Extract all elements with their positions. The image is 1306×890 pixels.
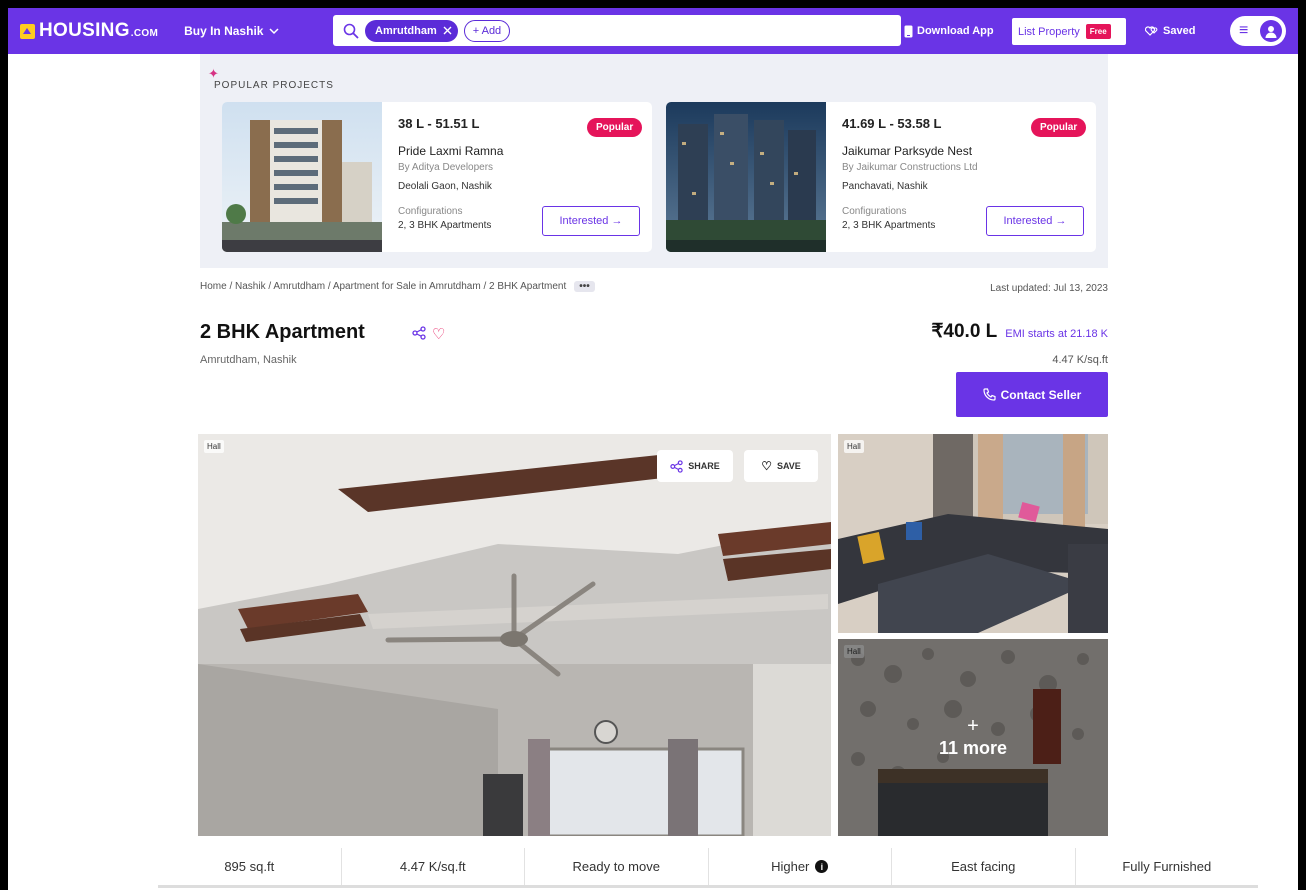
stat-area: 895 sq.ft xyxy=(158,848,342,885)
stat-price-per-sqft: 4.47 K/sq.ft xyxy=(342,848,525,885)
project-card-1[interactable]: 38 L - 51.51 L Popular Pride Laxmi Ramna… xyxy=(222,102,652,252)
popular-badge: Popular xyxy=(587,118,643,137)
breadcrumb: Home / Nashik / Amrutdham / Apartment fo… xyxy=(200,281,595,292)
search-chip-locality[interactable]: Amrutdham xyxy=(365,19,458,42)
breadcrumb-path[interactable]: Home / Nashik / Amrutdham / Apartment fo… xyxy=(200,281,566,292)
stat-furnishing: Fully Furnished xyxy=(1076,848,1259,885)
stat-facing: East facing xyxy=(892,848,1076,885)
plus-icon: + xyxy=(967,715,979,737)
share-label: SHARE xyxy=(688,461,720,471)
chevron-down-icon xyxy=(269,27,279,34)
save-label: SAVE xyxy=(776,461,801,471)
project-developer: By Aditya Developers xyxy=(398,162,494,173)
logo-suffix: .COM xyxy=(130,28,159,39)
project-config-label: Configurations xyxy=(398,206,463,217)
stat-possession: Ready to move xyxy=(525,848,709,885)
project-config: 2, 3 BHK Apartments xyxy=(842,220,936,231)
search-bar[interactable]: Amrutdham + Add xyxy=(333,15,901,46)
stat-floor: Higher i xyxy=(709,848,892,885)
project-location: Panchavati, Nashik xyxy=(842,181,928,192)
emi-link[interactable]: EMI starts at 21.18 K xyxy=(1005,328,1108,340)
side-photo-1[interactable]: Hall xyxy=(838,434,1108,633)
saved-label: Saved xyxy=(1163,25,1196,37)
top-navbar: HOUSING .COM Buy In Nashik Amrutdham + A… xyxy=(8,8,1298,54)
hamburger-icon: ≡ xyxy=(1239,22,1249,39)
logo-text: HOUSING xyxy=(39,20,130,41)
stat-value: 895 sq.ft xyxy=(224,859,275,874)
project-config: 2, 3 BHK Apartments xyxy=(398,220,492,231)
city-selector[interactable]: Buy In Nashik xyxy=(184,24,279,38)
saved-link[interactable]: Saved xyxy=(1145,8,1195,54)
stat-value: East facing xyxy=(951,859,1016,874)
photo-tag: Hall xyxy=(844,440,864,453)
chip-label: Amrutdham xyxy=(375,24,437,37)
add-locality-button[interactable]: + Add xyxy=(463,19,511,42)
main-photo[interactable]: Hall SHARE ♡ SAVE xyxy=(198,434,831,836)
popular-projects-title: POPULAR PROJECTS xyxy=(214,80,334,91)
phone-icon xyxy=(904,25,913,37)
project-name[interactable]: Pride Laxmi Ramna xyxy=(398,144,503,158)
save-button[interactable]: ♡ SAVE xyxy=(744,450,818,482)
avatar xyxy=(1260,20,1282,42)
price-per-sqft: 4.47 K/sq.ft xyxy=(1052,354,1108,366)
phone-call-icon xyxy=(983,388,996,401)
project-price: 41.69 L - 53.58 L xyxy=(842,116,942,131)
stat-value: Higher xyxy=(771,859,810,874)
heart-icon[interactable]: ♡ xyxy=(432,325,445,343)
interested-button[interactable]: Interested → xyxy=(986,206,1084,236)
property-location: Amrutdham, Nashik xyxy=(200,354,297,366)
last-updated: Last updated: Jul 13, 2023 xyxy=(990,283,1108,294)
photo-tag: Hall xyxy=(204,440,224,453)
download-app-link[interactable]: Download App xyxy=(904,8,994,54)
user-menu[interactable]: ≡ xyxy=(1230,16,1286,46)
page: HOUSING .COM Buy In Nashik Amrutdham + A… xyxy=(8,8,1298,890)
property-highlights: 895 sq.ft 4.47 K/sq.ft Ready to move Hig… xyxy=(158,848,1258,888)
popular-badge: Popular xyxy=(1031,118,1087,137)
share-button[interactable]: SHARE xyxy=(657,450,733,482)
user-icon xyxy=(1265,25,1277,38)
property-price: ₹40.0 L xyxy=(931,321,998,342)
more-photos-overlay[interactable]: + 11 more xyxy=(838,639,1108,836)
project-config-label: Configurations xyxy=(842,206,907,217)
popular-projects-section: ✦ POPULAR PROJECTS 38 L - 51.51 L Popula… xyxy=(200,54,1108,268)
breadcrumb-more-button[interactable]: ••• xyxy=(574,281,595,292)
more-photos-label: 11 more xyxy=(938,738,1008,758)
list-property-button[interactable]: List Property Free xyxy=(1012,18,1126,45)
info-icon[interactable]: i xyxy=(815,860,829,873)
price-block: ₹40.0 L EMI starts at 21.18 K xyxy=(931,320,1108,343)
logo-house-icon xyxy=(20,23,35,39)
stat-value: Fully Furnished xyxy=(1122,859,1212,874)
project-developer: By Jaikumar Constructions Ltd xyxy=(842,162,978,173)
stat-value: 4.47 K/sq.ft xyxy=(399,859,466,874)
free-badge: Free xyxy=(1085,24,1111,39)
contact-seller-button[interactable]: Contact Seller xyxy=(956,372,1108,417)
interested-button[interactable]: Interested → xyxy=(542,206,640,236)
download-app-label: Download App xyxy=(917,25,994,37)
share-icon xyxy=(670,459,683,473)
project-image-2 xyxy=(666,102,826,252)
main-photo-image xyxy=(198,434,831,836)
city-label: Buy In Nashik xyxy=(184,24,264,38)
project-location: Deolali Gaon, Nashik xyxy=(398,181,492,192)
contact-seller-label: Contact Seller xyxy=(1000,387,1082,402)
side-photo-1-image xyxy=(838,434,1108,633)
stat-value: Ready to move xyxy=(572,859,660,874)
project-image-1 xyxy=(222,102,382,252)
housing-logo[interactable]: HOUSING .COM xyxy=(20,20,158,42)
share-icon[interactable] xyxy=(412,326,426,340)
close-icon[interactable] xyxy=(443,26,452,35)
project-price: 38 L - 51.51 L xyxy=(398,116,480,131)
heart-outline-icon: ♡ xyxy=(761,459,772,473)
saved-hearts-icon xyxy=(1145,26,1158,36)
search-icon xyxy=(343,23,359,39)
list-property-label: List Property xyxy=(1018,25,1080,38)
page-title: 2 BHK Apartment xyxy=(200,321,365,343)
project-name[interactable]: Jaikumar Parksyde Nest xyxy=(842,144,972,158)
project-card-2[interactable]: 41.69 L - 53.58 L Popular Jaikumar Parks… xyxy=(666,102,1096,252)
side-photo-2[interactable]: Hall + 11 more xyxy=(838,639,1108,836)
